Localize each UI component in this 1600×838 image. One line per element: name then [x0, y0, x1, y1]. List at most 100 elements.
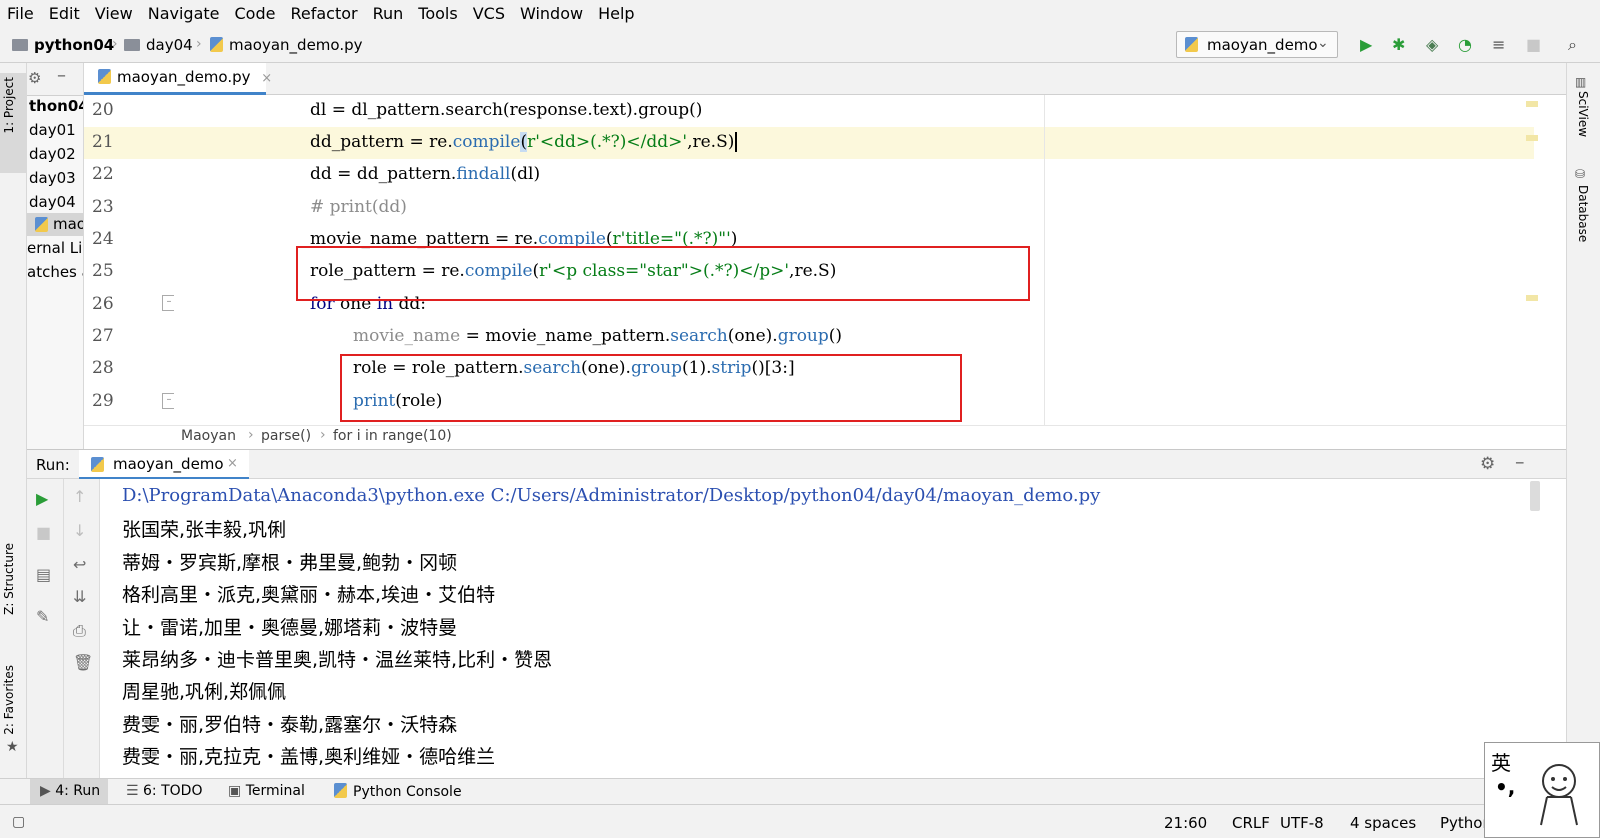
tree-item-scratches[interactable]: atches a: [27, 263, 83, 281]
python-file-icon: [210, 37, 223, 52]
tree-item-day04[interactable]: day04: [29, 193, 76, 211]
line-number: 28: [92, 358, 114, 378]
tab-database[interactable]: Database: [1576, 185, 1590, 242]
sciview-icon: ▥: [1575, 75, 1587, 89]
breadcrumb-separator: ›: [320, 427, 326, 443]
menu-tools[interactable]: Tools: [411, 4, 465, 23]
search-icon[interactable]: ⌕: [1568, 37, 1577, 53]
rerun-icon[interactable]: ▶: [36, 489, 48, 508]
left-tool-strip: 1: Project Z: Structure 2: Favorites ★: [0, 63, 27, 778]
breadcrumb-method[interactable]: parse(): [261, 428, 311, 444]
ime-widget[interactable]: 英 •,: [1484, 742, 1600, 838]
text-cursor: [735, 132, 738, 152]
pin-icon[interactable]: ✎: [36, 607, 49, 626]
tab-python-console[interactable]: Python Console: [334, 783, 462, 800]
line-number: 24: [92, 229, 114, 249]
breadcrumb-file[interactable]: maoyan_demo.py: [210, 36, 363, 54]
project-panel: ⚙ – thon04 day01 day02 day03 day04 mao e…: [27, 63, 84, 457]
run-icon[interactable]: ▶: [1360, 37, 1372, 53]
menu-view[interactable]: View: [88, 4, 141, 23]
tab-run[interactable]: ▶ 4: Run: [40, 783, 100, 799]
print-icon[interactable]: ⎙: [73, 621, 86, 641]
tree-item-project[interactable]: thon04: [29, 97, 83, 115]
tab-structure[interactable]: Z: Structure: [2, 543, 16, 615]
status-bar: ▢ 21:60 CRLF UTF-8 4 spaces Pythor: [0, 804, 1600, 838]
tree-item-external-libraries[interactable]: ernal Lib: [27, 239, 83, 257]
close-icon[interactable]: ×: [227, 456, 238, 471]
tree-item-day03[interactable]: day03: [29, 169, 76, 187]
navigation-bar: python04 › day04 › maoyan_demo.py maoyan…: [0, 27, 1600, 63]
trash-icon[interactable]: 🗑: [73, 653, 93, 672]
console-scrollbar-thumb[interactable]: [1530, 481, 1540, 511]
concurrency-icon[interactable]: ≡: [1492, 37, 1505, 53]
profile-icon[interactable]: ◔: [1458, 37, 1472, 53]
tab-todo[interactable]: ☰ 6: TODO: [126, 783, 202, 799]
editor-tab-maoyan-demo[interactable]: maoyan_demo.py ×: [84, 63, 272, 95]
run-tab-maoyan-demo[interactable]: maoyan_demo ×: [79, 450, 249, 479]
code-line-20: dl = dl_pattern.search(response.text).gr…: [310, 100, 703, 120]
minimize-icon[interactable]: –: [57, 65, 66, 86]
scroll-marker: [1526, 295, 1538, 301]
run-panel-header: Run: maoyan_demo × ⚙ –: [27, 449, 1566, 479]
console-line: 费雯・丽,罗伯特・泰勒,露塞尔・沃特森: [122, 714, 458, 736]
breadcrumb-project[interactable]: python04: [12, 36, 114, 54]
menu-help[interactable]: Help: [591, 4, 642, 23]
scroll-to-end-icon[interactable]: ⇊: [73, 587, 86, 606]
stop-icon[interactable]: ■: [1526, 37, 1541, 53]
menu-vcs[interactable]: VCS: [466, 4, 513, 23]
python-file-icon: [91, 457, 104, 472]
minimize-icon[interactable]: –: [1515, 451, 1525, 473]
breadcrumb-class[interactable]: Maoyan: [181, 428, 236, 444]
console-line-command: D:\ProgramData\Anaconda3\python.exe C:/U…: [122, 485, 1101, 506]
menu-refactor[interactable]: Refactor: [283, 4, 365, 23]
layout-icon[interactable]: ▤: [36, 565, 51, 584]
console-output[interactable]: D:\ProgramData\Anaconda3\python.exe C:/U…: [100, 479, 1566, 778]
console-line: 莱昂纳多・迪卡普里奥,凯特・温丝莱特,比利・赞恩: [122, 649, 553, 671]
close-icon[interactable]: ×: [261, 71, 272, 86]
up-arrow-icon[interactable]: ↑: [73, 487, 86, 506]
toggle-panels-icon[interactable]: ▢: [12, 814, 25, 830]
tab-favorites[interactable]: 2: Favorites: [2, 665, 16, 735]
console-line: 格利高里・派克,奥黛丽・赫本,埃迪・艾伯特: [122, 584, 496, 606]
caret-position[interactable]: 21:60: [1164, 814, 1207, 832]
folder-icon: [124, 39, 140, 51]
menu-run[interactable]: Run: [366, 4, 412, 23]
tab-terminal[interactable]: ▣ Terminal: [228, 783, 305, 799]
annotation-red-box: [296, 246, 1030, 301]
chevron-down-icon: ⌄: [1317, 35, 1329, 51]
tab-sciview[interactable]: SciView: [1576, 91, 1590, 137]
run-configuration-select[interactable]: maoyan_demo ⌄: [1176, 31, 1338, 58]
breadcrumb-folder[interactable]: day04: [124, 36, 193, 54]
console-line: 张国荣,张丰毅,巩俐: [122, 519, 287, 541]
tree-item-day02[interactable]: day02: [29, 145, 76, 163]
tree-item-selected[interactable]: mao: [27, 213, 83, 236]
console-line: 蒂姆・罗宾斯,摩根・弗里曼,鲍勃・冈顿: [122, 552, 458, 574]
run-icon: ▶: [40, 783, 56, 799]
gear-icon[interactable]: ⚙: [28, 69, 41, 87]
menu-file[interactable]: File: [0, 4, 42, 23]
line-number: 22: [92, 164, 114, 184]
tab-project[interactable]: 1: Project: [2, 77, 16, 134]
stop-icon[interactable]: ■: [36, 523, 51, 542]
menu-edit[interactable]: Edit: [42, 4, 88, 23]
menu-navigate[interactable]: Navigate: [141, 4, 228, 23]
gear-icon[interactable]: ⚙: [1480, 454, 1495, 474]
down-arrow-icon[interactable]: ↓: [73, 521, 86, 540]
line-number: 29: [92, 391, 114, 411]
tree-item-day01[interactable]: day01: [29, 121, 76, 139]
debug-icon[interactable]: ✱: [1392, 37, 1405, 53]
line-separator[interactable]: CRLF: [1232, 814, 1270, 832]
coverage-icon[interactable]: ◈: [1426, 37, 1438, 53]
menu-code[interactable]: Code: [228, 4, 284, 23]
python-interpreter[interactable]: Pythor: [1440, 814, 1489, 832]
menu-window[interactable]: Window: [513, 4, 591, 23]
breadcrumb-loop[interactable]: for i in range(10): [333, 428, 452, 444]
annotation-red-box: [340, 354, 962, 422]
code-line-23: # print(dd): [310, 197, 407, 217]
star-icon: ★: [6, 739, 19, 755]
file-encoding[interactable]: UTF-8: [1280, 814, 1324, 832]
code-editor[interactable]: dl = dl_pattern.search(response.text).gr…: [174, 95, 1566, 425]
indent-setting[interactable]: 4 spaces: [1350, 814, 1416, 832]
console-line: 费雯・丽,克拉克・盖博,奥利维娅・德哈维兰: [122, 746, 496, 768]
soft-wrap-icon[interactable]: ↩: [73, 555, 86, 574]
